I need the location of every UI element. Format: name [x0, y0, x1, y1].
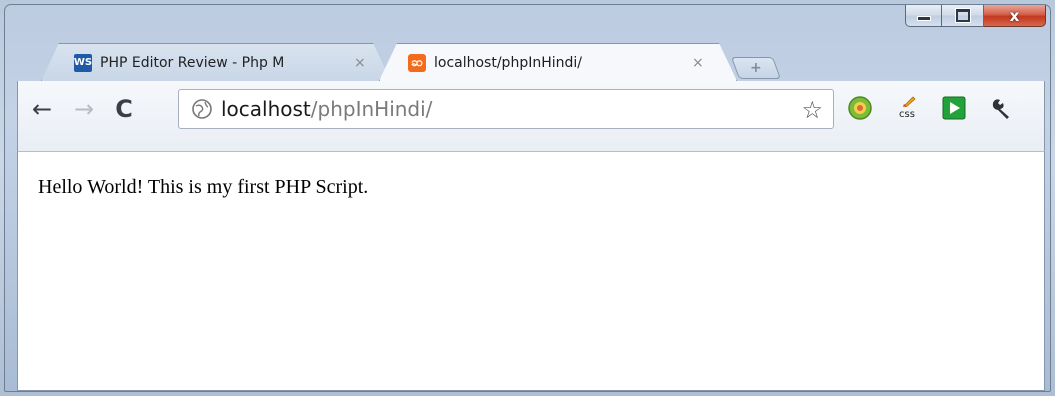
- wrench-menu-button[interactable]: [986, 93, 1016, 123]
- maximize-icon: [955, 9, 970, 22]
- minimize-button[interactable]: [905, 5, 942, 27]
- toolbar: ← → C localhost/phpInHindi/ ☆ css: [17, 81, 1045, 151]
- green-play-icon: [942, 96, 966, 120]
- wrench-icon: [992, 99, 1009, 119]
- xampp-icon: ဆ: [408, 54, 426, 72]
- pencil-icon: [903, 96, 916, 107]
- tab-localhost[interactable]: ဆ localhost/phpInHindi/ ×: [379, 43, 737, 81]
- back-arrow-icon: ←: [31, 95, 53, 123]
- extension-green-circle[interactable]: [845, 93, 875, 123]
- url-path: /phpInHindi/: [310, 97, 433, 121]
- bookmark-star-icon[interactable]: ☆: [801, 96, 823, 124]
- webstorm-icon: WS: [74, 54, 92, 72]
- reload-icon: C: [115, 95, 133, 123]
- extension-css-edit[interactable]: css: [892, 93, 922, 123]
- maximize-button[interactable]: [942, 5, 984, 27]
- reload-button[interactable]: C: [110, 95, 138, 123]
- address-bar[interactable]: localhost/phpInHindi/ ☆: [178, 89, 834, 129]
- tab-title: PHP Editor Review - Php M: [100, 54, 285, 71]
- page-content: Hello World! This is my first PHP Script…: [17, 151, 1045, 391]
- close-button[interactable]: x: [984, 5, 1046, 27]
- tab-strip: WS PHP Editor Review - Php M × ဆ localho…: [27, 43, 927, 81]
- tab-close-icon[interactable]: ×: [354, 55, 366, 71]
- extension-green-play[interactable]: [939, 93, 969, 123]
- browser-window: x WS PHP Editor Review - Php M × ဆ local…: [4, 4, 1051, 392]
- close-icon: x: [1009, 6, 1020, 25]
- tab-php-editor-review[interactable]: WS PHP Editor Review - Php M ×: [41, 43, 391, 81]
- page-body-text: Hello World! This is my first PHP Script…: [38, 176, 369, 198]
- css-edit-icon: css: [899, 108, 915, 120]
- url-host: localhost: [221, 97, 311, 121]
- window-controls: x: [905, 5, 1046, 36]
- tab-title: localhost/phpInHindi/: [434, 54, 582, 71]
- plus-icon: +: [750, 60, 762, 76]
- new-tab-button[interactable]: +: [730, 57, 782, 79]
- url-text: localhost/phpInHindi/: [221, 97, 432, 121]
- forward-arrow-icon: →: [73, 95, 95, 123]
- globe-icon: [192, 99, 212, 119]
- forward-button[interactable]: →: [70, 95, 98, 123]
- minimize-icon: [916, 16, 931, 21]
- tab-close-icon[interactable]: ×: [692, 55, 704, 71]
- green-circle-icon: [848, 96, 872, 120]
- back-button[interactable]: ←: [28, 95, 56, 123]
